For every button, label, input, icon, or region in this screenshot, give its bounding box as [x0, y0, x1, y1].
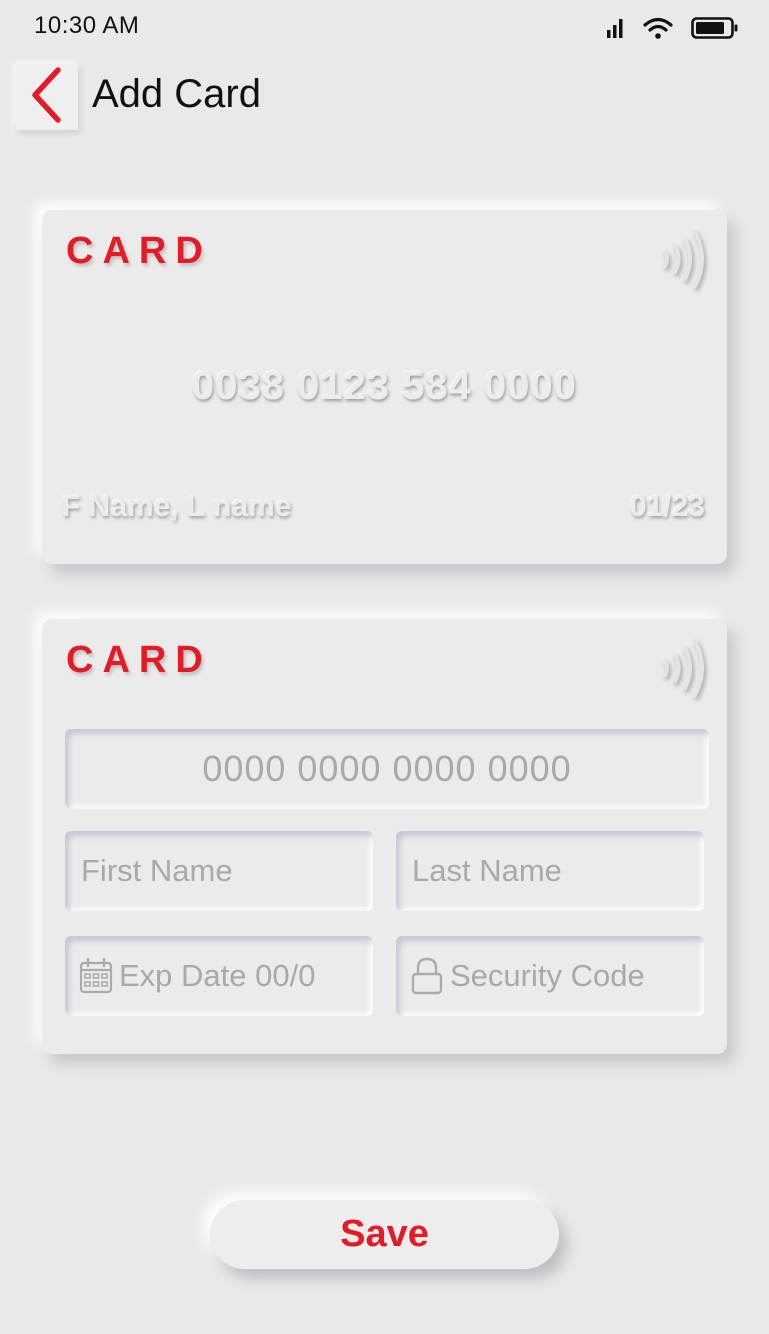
- card-expiry-display: 01/23: [629, 490, 705, 523]
- status-bar: 10:30 AM: [0, 0, 769, 56]
- card-preview: CARD 0038 0123 584 0000 F Name, L name 0…: [42, 210, 727, 564]
- contactless-icon: [655, 633, 711, 708]
- exp-date-input[interactable]: [119, 958, 373, 994]
- page-title: Add Card: [92, 72, 261, 116]
- security-code-field[interactable]: [396, 936, 704, 1016]
- security-code-input[interactable]: [450, 958, 704, 994]
- card-holder-display: F Name, L name: [62, 490, 292, 523]
- back-button[interactable]: [16, 64, 78, 130]
- calendar-icon: [79, 957, 113, 995]
- contactless-icon: [655, 224, 711, 299]
- card-number-display: 0038 0123 584 0000: [191, 364, 578, 408]
- last-name-field[interactable]: [396, 831, 704, 911]
- status-icons: [605, 16, 739, 45]
- lock-icon: [410, 956, 444, 996]
- last-name-input[interactable]: [412, 853, 704, 889]
- battery-icon: [691, 16, 739, 45]
- status-time: 10:30 AM: [34, 12, 140, 39]
- chevron-left-icon: [27, 66, 67, 129]
- signal-icon: [605, 16, 625, 45]
- wifi-icon: [643, 16, 673, 45]
- exp-date-field[interactable]: [65, 936, 373, 1016]
- card-form: CARD: [42, 619, 727, 1054]
- card-number-field[interactable]: [65, 729, 709, 809]
- card-brand-label: CARD: [66, 639, 212, 681]
- card-brand-label: CARD: [66, 230, 212, 272]
- first-name-input[interactable]: [81, 853, 373, 889]
- first-name-field[interactable]: [65, 831, 373, 911]
- save-button[interactable]: Save: [210, 1200, 559, 1269]
- card-number-input[interactable]: [65, 748, 709, 790]
